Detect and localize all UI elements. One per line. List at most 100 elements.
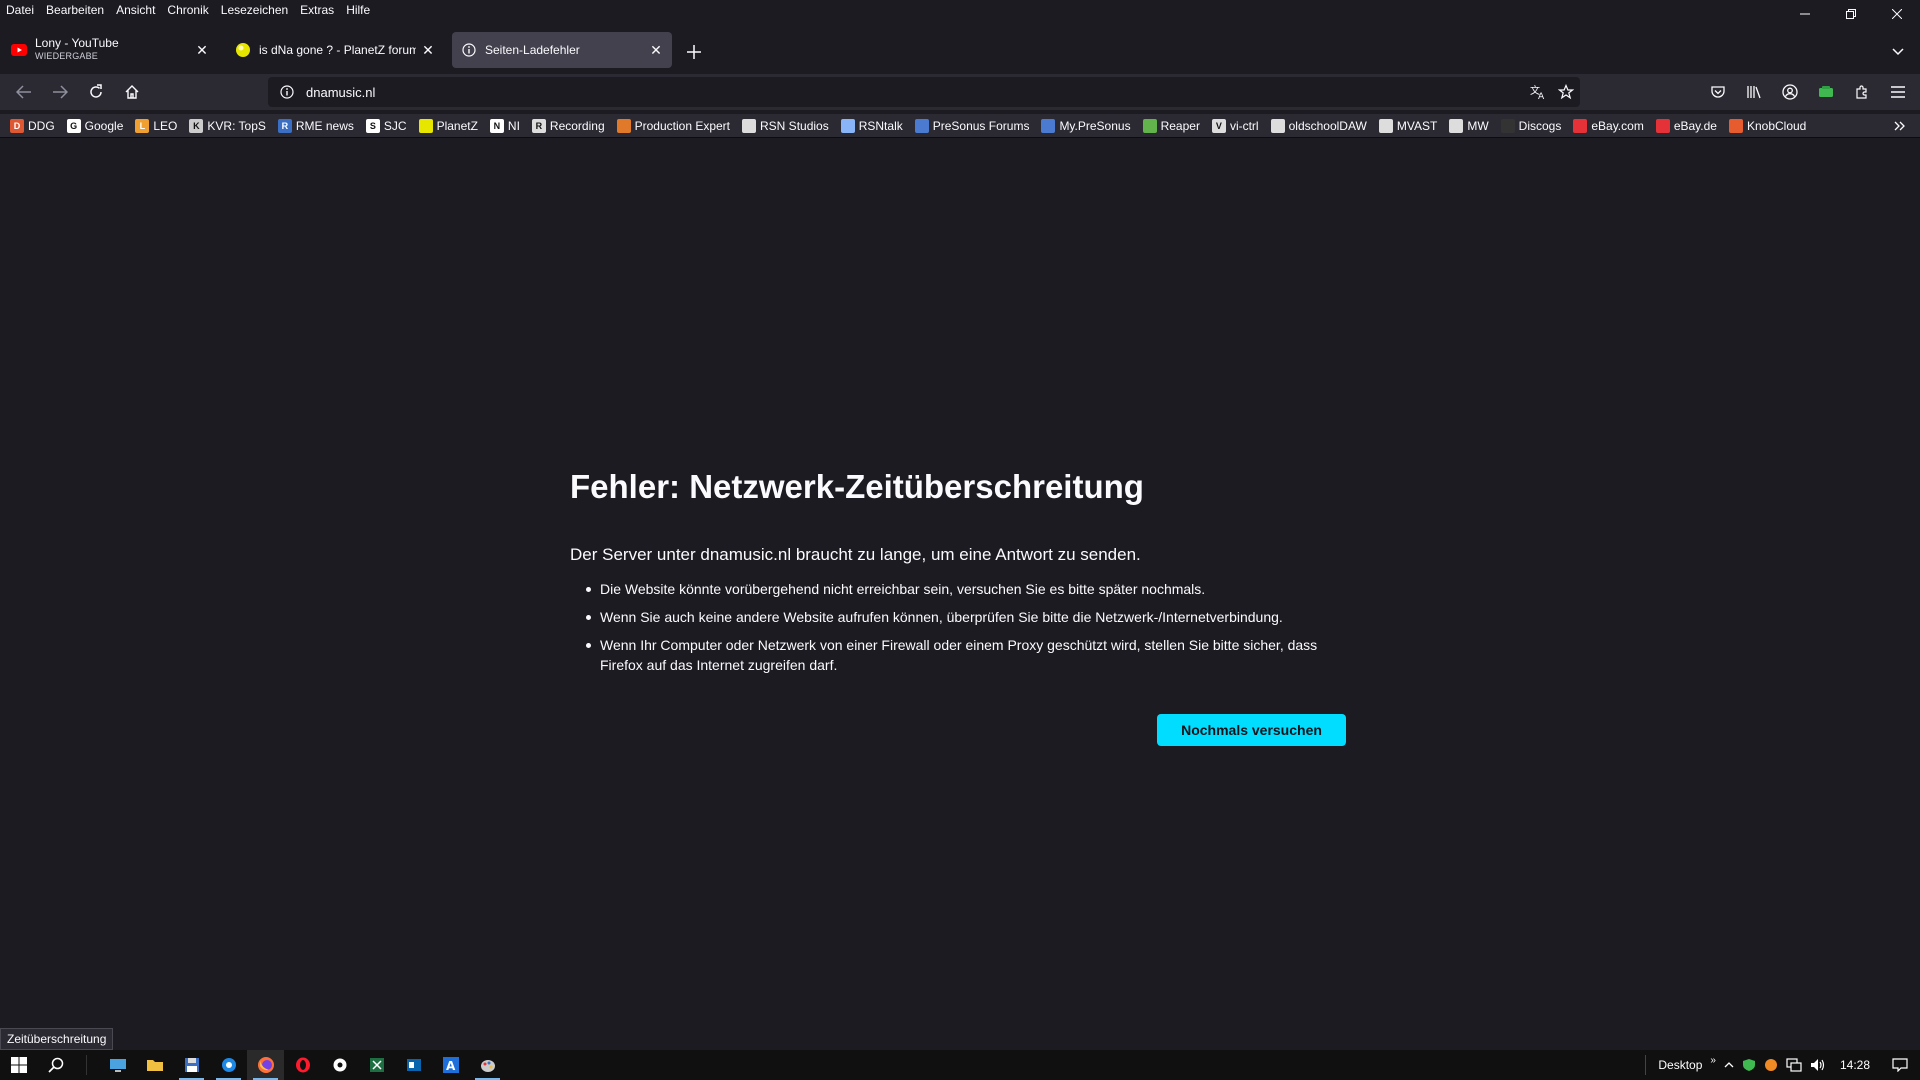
bookmark-item[interactable]: K KVR: TopS [189,118,266,133]
bookmark-item[interactable]: KnobCloud [1728,118,1806,133]
notification-center-button[interactable] [1880,1050,1920,1080]
translate-icon[interactable]: 文A [1524,78,1552,106]
home-button[interactable] [118,78,146,106]
bookmark-item[interactable]: eBay.de [1655,118,1717,133]
desktop-toolbar-expand[interactable]: » [1706,1045,1720,1075]
taskbar-app-tool[interactable] [321,1050,358,1080]
error-hint-item: Die Website könnte vorübergehend nicht e… [586,579,1350,599]
menu-ansicht[interactable]: Ansicht [110,3,161,17]
bookmark-item[interactable]: MW [1449,118,1489,133]
bookmark-item[interactable]: My.PreSonus [1041,118,1131,133]
library-button[interactable] [1736,78,1772,106]
tray-overflow-button[interactable] [1720,1050,1738,1080]
bookmarks-overflow-button[interactable] [1890,118,1910,134]
start-button[interactable] [0,1050,37,1080]
bookmark-item[interactable]: Vvi-ctrl [1211,118,1259,133]
tray-clock[interactable]: 14:28 [1830,1050,1880,1080]
taskbar-app-opera[interactable] [284,1050,321,1080]
forward-button[interactable] [46,78,74,106]
tab-list-button[interactable] [1886,40,1910,64]
taskbar-app-firefox[interactable] [247,1050,284,1080]
back-button[interactable] [10,78,38,106]
bookmark-favicon-icon [1142,118,1157,133]
tray-volume-icon[interactable] [1806,1050,1830,1080]
bookmark-favicon-icon: R [277,118,292,133]
mail-app-icon [406,1059,421,1071]
tab-youtube[interactable]: Lony - YouTube WIEDERGABE ✕ [2,32,218,68]
retry-button[interactable]: Nochmals versuchen [1157,714,1346,746]
tray-shield-icon[interactable] [1738,1050,1760,1080]
menu-extras[interactable]: Extras [294,3,340,17]
app-menu-button[interactable] [1880,78,1916,106]
chevron-up-icon [1724,1062,1734,1068]
reload-button[interactable] [82,78,110,106]
bookmark-item[interactable]: Reaper [1142,118,1200,133]
bookmark-item[interactable]: PreSonus Forums [914,118,1029,133]
tray-update-icon[interactable] [1760,1050,1782,1080]
site-info-icon[interactable] [272,77,302,107]
tab-planetz[interactable]: is dNa gone ? - PlanetZ forums ✕ [226,32,444,68]
firefox-icon [257,1057,274,1073]
tab-close-button[interactable]: ✕ [416,38,440,62]
bookmark-item[interactable]: S SJC [365,118,407,133]
bookmark-item[interactable]: L LEO [135,118,177,133]
pocket-icon [1711,86,1725,98]
bookmark-item[interactable]: RSN Studios [742,118,829,133]
menu-lesezeichen[interactable]: Lesezeichen [215,3,294,17]
menu-hilfe[interactable]: Hilfe [340,3,376,17]
tab-close-button[interactable]: ✕ [190,38,214,62]
bookmark-item[interactable]: Discogs [1500,118,1561,133]
toolbar-right [1700,78,1916,106]
status-bubble: Zeitüberschreitung [0,1028,114,1050]
minimize-button[interactable] [1782,0,1828,28]
taskbar-app-browser-blue[interactable] [210,1050,247,1080]
pocket-button[interactable] [1700,78,1736,106]
bookmark-item[interactable]: R RME news [277,118,354,133]
close-window-button[interactable] [1874,0,1920,28]
extensions-button[interactable] [1844,78,1880,106]
taskbar-app-outlook[interactable] [395,1050,432,1080]
bookmark-label: NI [507,118,520,133]
error-description: Der Server unter dnamusic.nl braucht zu … [570,545,1141,564]
tab-close-button[interactable]: ✕ [644,38,668,62]
url-bar[interactable]: 文A [268,77,1580,107]
tray-divider [1645,1055,1647,1075]
bookmark-item[interactable]: MVAST [1378,118,1437,133]
url-input[interactable] [306,84,1524,100]
new-tab-button[interactable] [680,40,708,64]
menu-datei[interactable]: Datei [0,3,40,17]
bookmark-item[interactable]: D DDG [10,118,55,133]
bookmark-item[interactable]: G Google [66,118,123,133]
bookmark-item[interactable]: oldschoolDAW [1270,118,1367,133]
taskbar-app-explorer[interactable] [136,1050,173,1080]
taskbar-app-save[interactable] [173,1050,210,1080]
extension-green-button[interactable] [1808,78,1844,106]
bookmark-item[interactable]: eBay.com [1573,118,1644,133]
bookmark-item[interactable]: N NI [489,118,520,133]
menu-bearbeiten[interactable]: Bearbeiten [40,3,110,17]
taskbar-app-paint[interactable] [469,1050,506,1080]
desktop-toolbar-label[interactable]: Desktop [1654,1050,1706,1080]
arrow-right-icon [53,85,68,99]
taskbar-app-a[interactable]: A [432,1050,469,1080]
bookmark-item[interactable]: R Recording [531,118,605,133]
restore-button[interactable] [1828,0,1874,28]
double-chevron-right-icon [1894,121,1905,131]
bookmark-item[interactable]: RSNtalk [840,118,903,133]
tab-title: is dNa gone ? - PlanetZ forums [259,43,416,57]
tray-network-icon[interactable] [1782,1050,1806,1080]
search-button[interactable] [37,1050,74,1080]
bookmark-label: Production Expert [634,118,731,133]
bookmark-star-icon[interactable] [1552,78,1580,106]
menu-chronik[interactable]: Chronik [161,3,214,17]
bookmark-label: eBay.de [1673,118,1717,133]
bookmark-item[interactable]: PlanetZ [418,118,478,133]
taskbar-app-network[interactable] [99,1050,136,1080]
bookmark-favicon-icon [1728,118,1743,133]
taskbar-app-spreadsheet[interactable] [358,1050,395,1080]
notification-icon [1892,1058,1908,1072]
bookmark-favicon-icon [1500,118,1515,133]
account-button[interactable] [1772,78,1808,106]
bookmark-item[interactable]: Production Expert [616,118,731,133]
tab-error-page[interactable]: Seiten-Ladefehler ✕ [452,32,672,68]
